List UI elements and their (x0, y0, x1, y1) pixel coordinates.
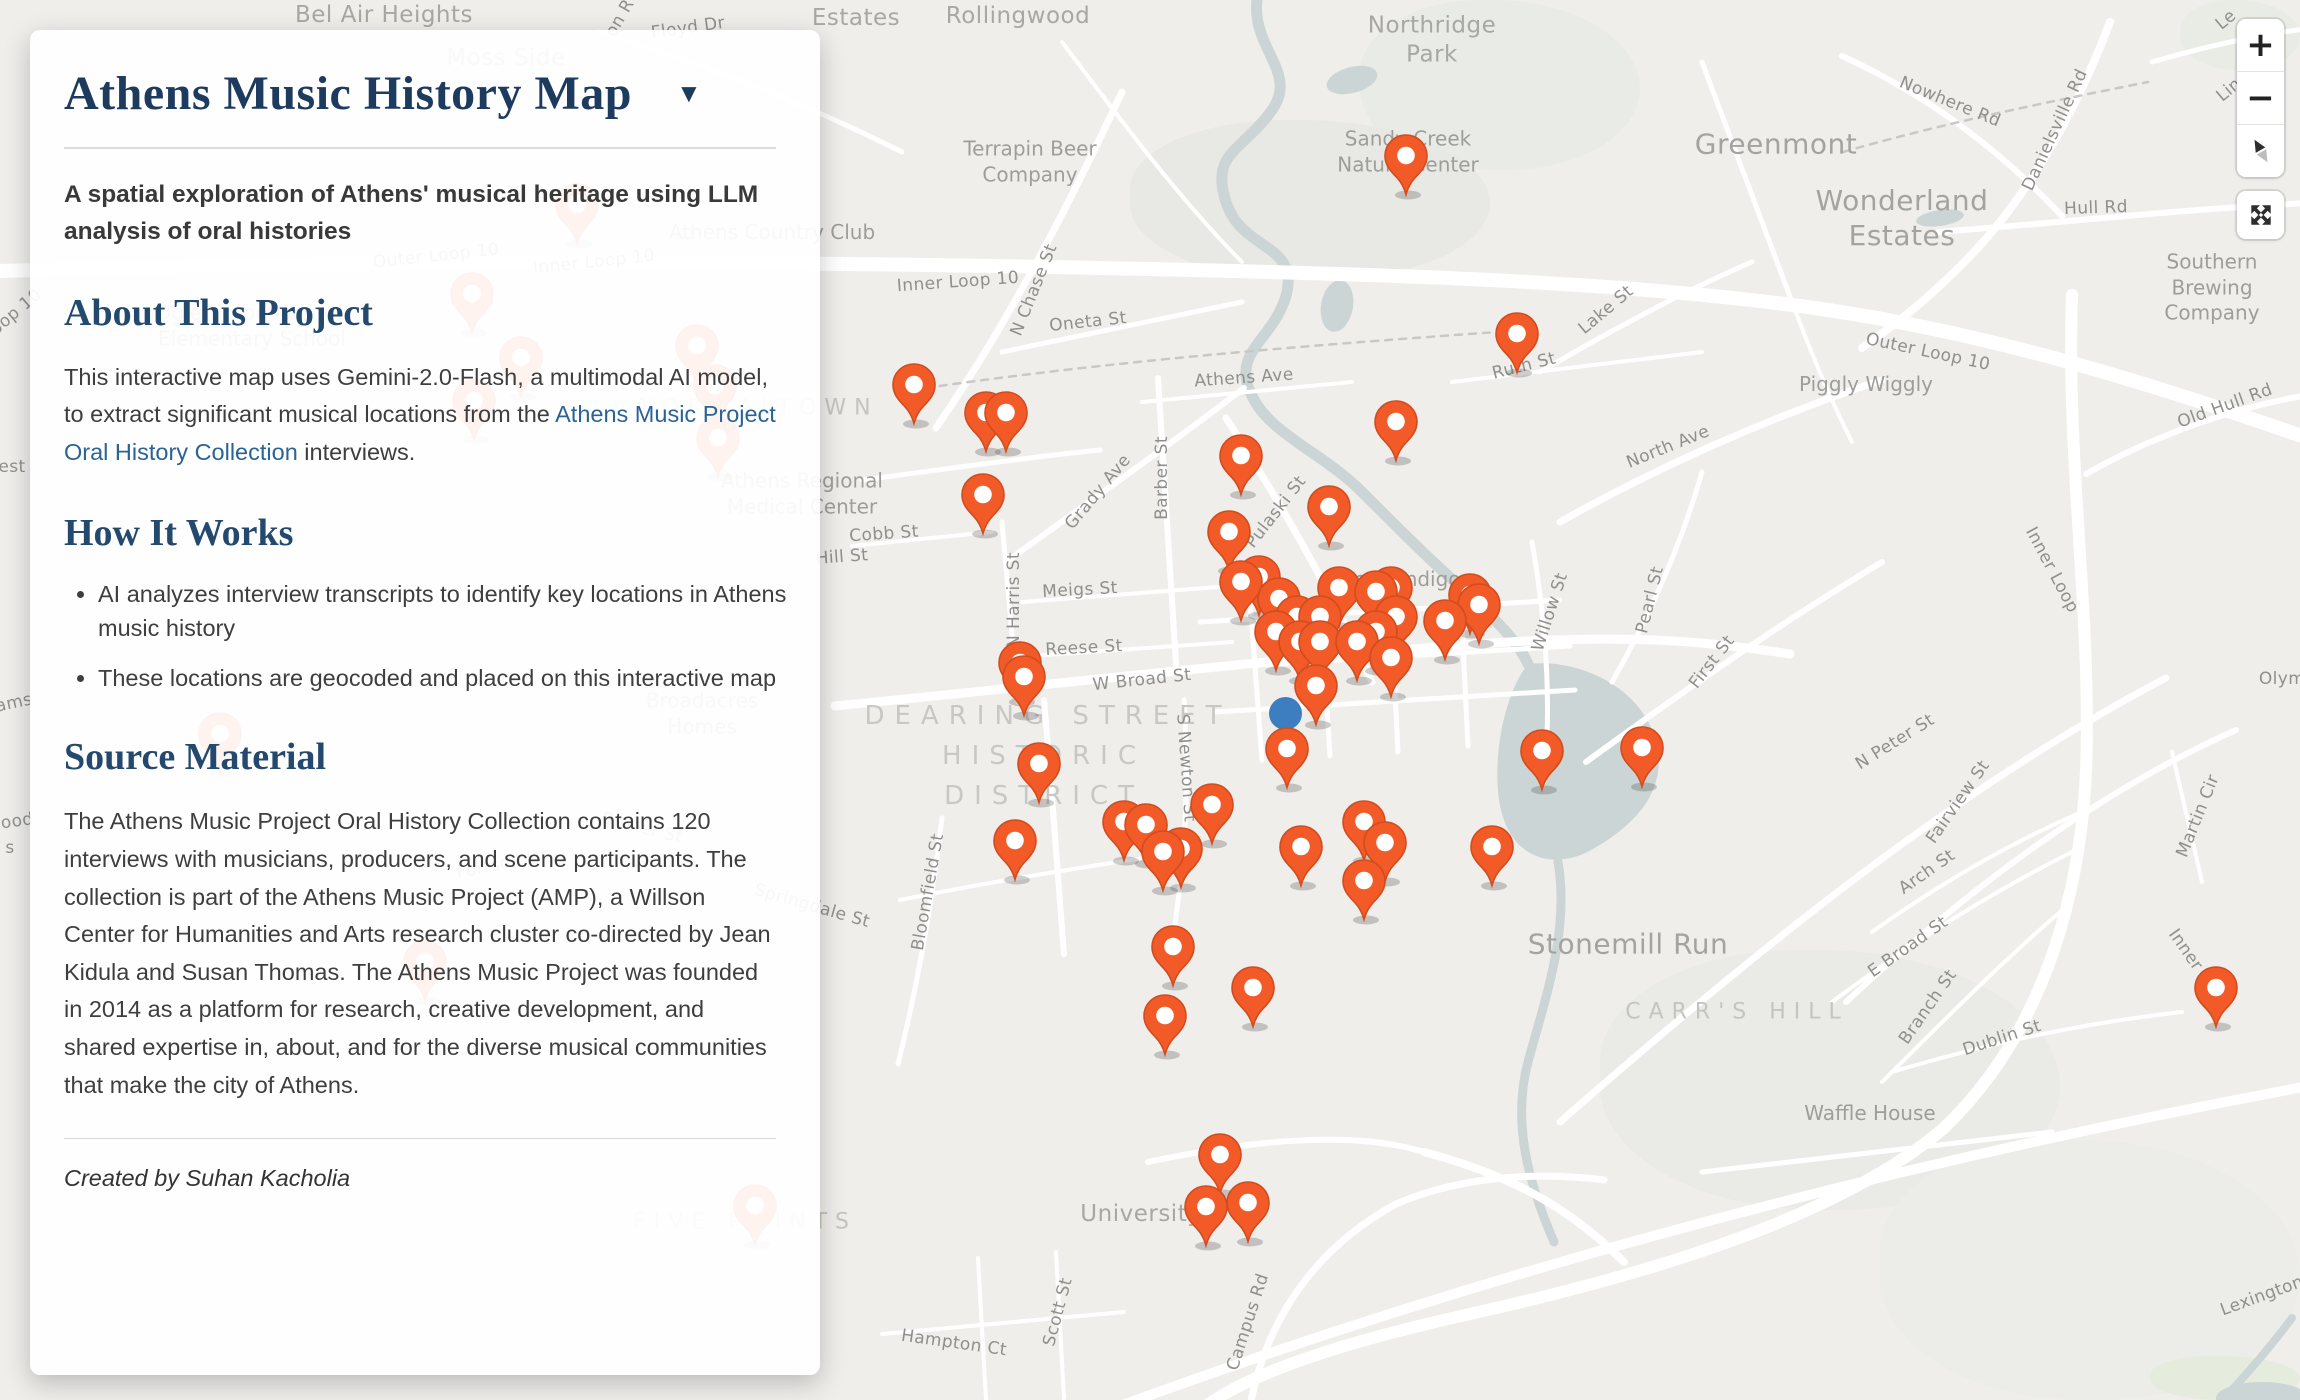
how-heading: How It Works (64, 511, 776, 555)
info-panel: Athens Music History Map ▼ A spatial exp… (30, 30, 820, 1375)
list-item: These locations are geocoded and placed … (98, 661, 788, 695)
collapse-caret-icon[interactable]: ▼ (676, 81, 702, 107)
source-paragraph: The Athens Music Project Oral History Co… (64, 803, 780, 1104)
about-paragraph: This interactive map uses Gemini-2.0-Fla… (64, 359, 780, 472)
about-text-after: interviews. (298, 439, 416, 465)
map-pin[interactable] (1619, 725, 1665, 793)
map-pin[interactable] (1183, 1184, 1229, 1252)
map-pin[interactable] (1373, 399, 1419, 467)
footer-divider (64, 1138, 776, 1139)
compass-needle-icon (2248, 136, 2274, 166)
map-pin[interactable] (1306, 484, 1352, 552)
zoom-out-button[interactable]: − (2237, 72, 2284, 124)
source-heading: Source Material (64, 735, 776, 779)
map-pin[interactable] (1293, 663, 1339, 731)
map-pin[interactable] (1142, 993, 1188, 1061)
tagline: A spatial exploration of Athens' musical… (64, 177, 764, 251)
map-pin[interactable] (1016, 741, 1062, 809)
fullscreen-control-group (2237, 191, 2284, 239)
map-pin[interactable] (1218, 433, 1264, 501)
map-pin[interactable] (1519, 728, 1565, 796)
map-pin[interactable] (1422, 598, 1468, 666)
zoom-control-group: + − (2237, 19, 2284, 177)
map-pin[interactable] (1001, 654, 1047, 722)
map-pin[interactable] (1469, 824, 1515, 892)
map-pin[interactable] (983, 390, 1029, 458)
map-pin[interactable] (1278, 824, 1324, 892)
page-title: Athens Music History Map ▼ (64, 66, 776, 121)
zoom-in-button[interactable]: + (2237, 19, 2284, 71)
map-pin[interactable] (1264, 726, 1310, 794)
map-pin[interactable] (992, 818, 1038, 886)
map-pin[interactable] (1494, 311, 1540, 379)
map-pin[interactable] (960, 472, 1006, 540)
about-heading: About This Project (64, 291, 776, 335)
compass-button[interactable] (2237, 125, 2284, 177)
list-item: AI analyzes interview transcripts to ide… (98, 577, 788, 645)
fullscreen-button[interactable] (2237, 191, 2284, 239)
fullscreen-expand-icon (2247, 201, 2275, 229)
map-pin[interactable] (1383, 133, 1429, 201)
map-pin[interactable] (1230, 965, 1276, 1033)
map-pin[interactable] (1150, 924, 1196, 992)
title-divider (64, 147, 776, 149)
map-pin[interactable] (1225, 1180, 1271, 1248)
credit-line: Created by Suhan Kacholia (64, 1165, 776, 1192)
map-pin[interactable] (891, 362, 937, 430)
page-title-text: Athens Music History Map (64, 66, 632, 121)
map-pin[interactable] (2193, 965, 2239, 1033)
map-pin[interactable] (1341, 858, 1387, 926)
how-it-works-list: AI analyzes interview transcripts to ide… (72, 577, 788, 695)
map-pin[interactable] (1368, 635, 1414, 703)
map-pin[interactable] (1140, 829, 1186, 897)
